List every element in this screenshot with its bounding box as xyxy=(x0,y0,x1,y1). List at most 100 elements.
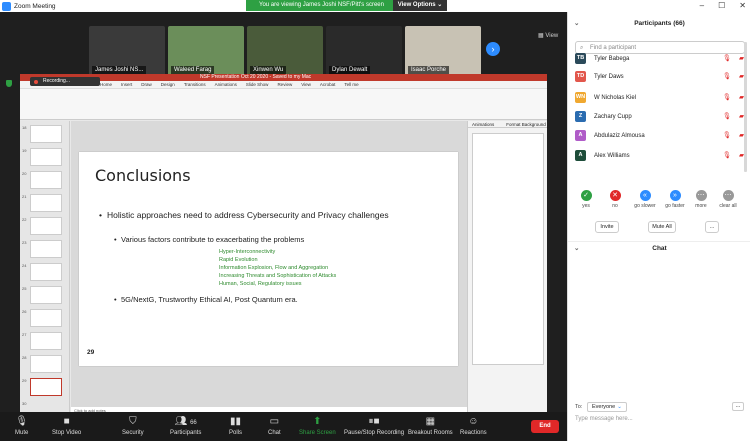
ppt-tab[interactable]: Home xyxy=(100,81,112,88)
maximize-button[interactable]: ☐ xyxy=(718,0,725,12)
view-button[interactable]: ▦ View xyxy=(538,32,558,39)
muted-mic-icon: 🎙︎ xyxy=(722,55,731,62)
participant-row[interactable]: A Alex Williams 🎙︎ ▰ xyxy=(575,150,745,162)
ppt-tab[interactable]: Design xyxy=(161,81,175,88)
video-tile[interactable]: James Joshi NS... xyxy=(89,26,165,76)
green-list-item: Rapid Evolution xyxy=(219,257,258,263)
chat-message-input[interactable]: Type message here... xyxy=(575,416,633,422)
slide-thumbnail[interactable] xyxy=(30,309,62,327)
participant-row[interactable]: Z Zachary Cupp 🎙︎ ▰ xyxy=(575,111,745,123)
video-tile[interactable]: Xinwen Wu xyxy=(247,26,323,76)
security-button[interactable]: ⛉ Security xyxy=(122,415,144,436)
ppt-tab[interactable]: Tell me xyxy=(344,81,358,88)
green-list-item: Human, Social, Regulatory issues xyxy=(219,281,302,287)
polls-button[interactable]: ▮▮ Polls xyxy=(229,415,242,436)
slide-thumbnail-selected[interactable] xyxy=(30,378,62,396)
slide-thumbnail[interactable] xyxy=(30,355,62,373)
minimize-button[interactable]: – xyxy=(700,0,704,12)
reaction-yes-button[interactable]: ✓ yes xyxy=(575,190,597,209)
slide-thumbnail[interactable] xyxy=(30,194,62,212)
participant-name: W Nicholas Kiel xyxy=(594,95,637,101)
reactions-button[interactable]: ☺ Reactions xyxy=(460,415,487,436)
breakout-label: Breakout Rooms xyxy=(408,430,453,436)
chevron-down-icon[interactable]: ⌄ xyxy=(574,242,579,256)
ppt-tab[interactable]: Slide Show xyxy=(246,81,269,88)
reaction-go-faster-button[interactable]: » go faster xyxy=(664,190,686,209)
muted-mic-icon: 🎙︎ xyxy=(722,132,731,139)
slide-sub-bullet: 5G/NextG, Trustworthy Ethical AI, Post Q… xyxy=(114,295,298,304)
slide-thumbnail-list: 18 19 20 21 22 23 24 25 26 27 28 29 30 xyxy=(20,121,70,413)
green-list-item: Increasing Threats and Sophistication of… xyxy=(219,273,337,279)
green-list-item: Information Explosion, Flow and Aggregat… xyxy=(219,265,329,271)
chat-label: Chat xyxy=(268,430,281,436)
rewind-icon: « xyxy=(639,190,651,201)
slide-thumbnail[interactable] xyxy=(30,286,62,304)
slide-thumbnail[interactable] xyxy=(30,217,62,235)
slide-thumbnail[interactable] xyxy=(30,171,62,189)
invite-button[interactable]: Invite xyxy=(595,221,619,233)
end-meeting-button[interactable]: End xyxy=(531,420,559,433)
chat-button[interactable]: ▭ Chat xyxy=(268,415,281,436)
breakout-rooms-button[interactable]: ▦ Breakout Rooms xyxy=(408,415,453,436)
chevron-down-icon[interactable]: ⌄ xyxy=(574,12,579,36)
video-off-icon: ▰ xyxy=(739,55,744,62)
recording-indicator[interactable]: Recording... xyxy=(30,77,100,86)
format-background-tab[interactable]: Format Background xyxy=(506,121,546,127)
chat-more-button[interactable]: ... xyxy=(732,402,744,411)
slide-thumbnail[interactable] xyxy=(30,148,62,166)
view-options-button[interactable]: View Options ⌄ xyxy=(393,0,447,11)
mute-all-button[interactable]: Mute All xyxy=(648,221,676,233)
participant-name: Abdulaziz Almousa xyxy=(594,133,645,139)
video-tile[interactable]: Dylan Dewalt xyxy=(326,26,402,76)
reactions-label: Reactions xyxy=(460,430,487,436)
share-screen-button[interactable]: ⬆ Share Screen xyxy=(299,415,336,436)
video-tile-name: James Joshi NS... xyxy=(92,66,147,74)
video-tile[interactable]: Waleed Farag xyxy=(168,26,244,76)
video-off-icon: ▰ xyxy=(739,152,744,159)
slide-number: 19 xyxy=(22,148,27,153)
participant-name: Tyler Babega xyxy=(594,56,630,62)
animations-tab[interactable]: Animations xyxy=(472,121,494,127)
mute-button[interactable]: 🎙︎ Mute xyxy=(15,415,28,436)
window-controls: – ☐ ✕ xyxy=(700,0,746,12)
reaction-clear-all-button[interactable]: ⋯ clear all xyxy=(717,190,739,209)
video-tile[interactable]: Isaac Porche xyxy=(405,26,481,76)
ppt-tab[interactable]: Animations xyxy=(215,81,237,88)
participant-row[interactable]: A Abdulaziz Almousa 🎙︎ ▰ xyxy=(575,130,745,142)
reaction-go-slower-button[interactable]: « go slower xyxy=(634,190,656,209)
slide-number: 22 xyxy=(22,217,27,222)
slide-thumbnail[interactable] xyxy=(30,263,62,281)
close-window-button[interactable]: ✕ xyxy=(739,0,746,12)
participants-button[interactable]: 👥︎ 66 Participants xyxy=(170,415,201,436)
ppt-tab[interactable]: Review xyxy=(277,81,292,88)
ppt-tab[interactable]: Transitions xyxy=(184,81,206,88)
more-options-button[interactable]: ... xyxy=(705,221,719,233)
ppt-tab[interactable]: Draw xyxy=(141,81,152,88)
reaction-no-button[interactable]: ✕ no xyxy=(604,190,626,209)
muted-mic-icon: 🎙︎ xyxy=(722,94,731,101)
participant-row[interactable]: TD Tyler Daws 🎙︎ ▰ xyxy=(575,71,745,83)
pause-stop-icon: ⏸■ xyxy=(368,416,380,427)
current-slide[interactable]: Conclusions Holistic approaches need to … xyxy=(79,152,458,366)
ppt-tab[interactable]: Insert xyxy=(121,81,132,88)
slide-thumbnail[interactable] xyxy=(30,332,62,350)
reaction-more-button[interactable]: ⋯ more xyxy=(690,190,712,209)
slide-number: 29 xyxy=(22,378,27,383)
ppt-ribbon xyxy=(20,89,547,120)
chat-to-label: To: xyxy=(575,404,583,410)
ppt-tab[interactable]: View xyxy=(301,81,311,88)
ppt-tab[interactable]: Acrobat xyxy=(320,81,336,88)
chat-recipient-select[interactable]: Everyone ⌄ xyxy=(587,402,627,412)
chat-title: Chat xyxy=(652,245,667,252)
slide-thumbnail[interactable] xyxy=(30,125,62,143)
participant-row[interactable]: TB Tyler Babega 🎙︎ ▰ xyxy=(575,53,745,65)
participant-row[interactable]: WN W Nicholas Kiel 🎙︎ ▰ xyxy=(575,92,745,104)
slide-thumbnail[interactable] xyxy=(30,240,62,258)
slide-green-list: Hyper-Interconnectivity Rapid Evolution … xyxy=(219,248,336,288)
breakout-rooms-icon: ▦ xyxy=(425,416,436,427)
reaction-label: go slower xyxy=(634,203,656,209)
stop-video-button[interactable]: ■ Stop Video xyxy=(52,415,81,436)
next-page-arrow-icon[interactable]: › xyxy=(486,42,500,56)
participant-name: Zachary Cupp xyxy=(594,114,632,120)
recording-button[interactable]: ⏸■ Pause/Stop Recording xyxy=(344,415,404,436)
